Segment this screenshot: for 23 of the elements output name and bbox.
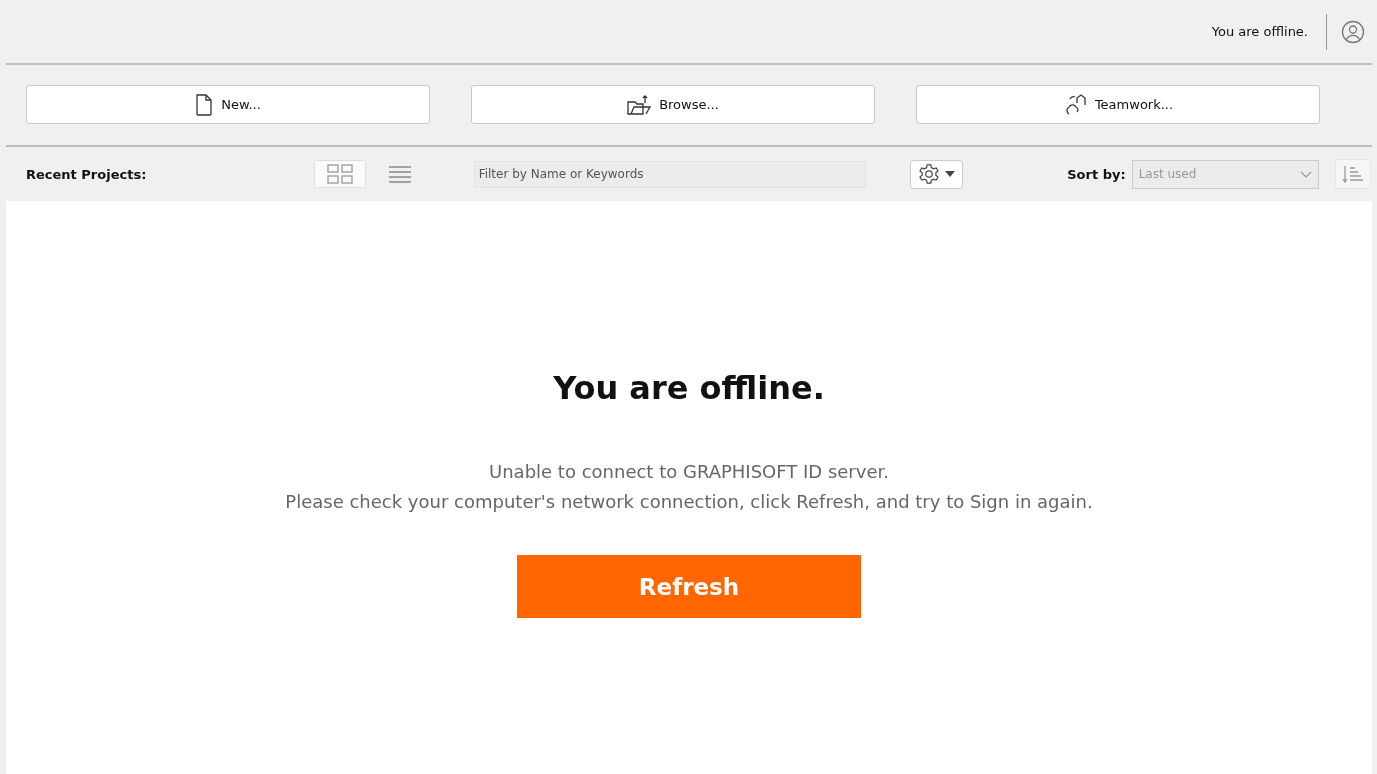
grid-view-button[interactable] — [313, 160, 366, 188]
settings-menu-button[interactable] — [909, 159, 964, 189]
settings-icon — [918, 163, 940, 185]
filter-field[interactable]: Filter by Name or Keywords — [473, 160, 866, 188]
caret-icon — [945, 171, 955, 177]
document-icon — [195, 93, 214, 116]
chevron-down-icon — [1300, 170, 1312, 178]
sort-order-icon — [1342, 165, 1364, 183]
action-button[interactable]: Browse... — [471, 85, 875, 124]
grid-icon — [326, 164, 353, 184]
list-icon — [387, 165, 412, 183]
sort-order-button[interactable] — [1335, 159, 1371, 189]
sort-by-label: Sort by: — [1067, 166, 1126, 182]
status-text: You are offline. — [1211, 24, 1308, 39]
offline-title: You are offline. — [553, 369, 825, 407]
message-text: Unable to connect to GRAPHISOFT ID server. — [489, 460, 889, 484]
folder-icon — [627, 93, 652, 116]
recent-projects-label: Recent Projects: — [26, 166, 148, 182]
message-text: Please check your computer's network connection, click Refresh, and try to Sign in again. — [285, 490, 1093, 514]
user-icon — [1341, 19, 1365, 44]
action-button[interactable]: New... — [26, 85, 430, 124]
account-button[interactable] — [1341, 19, 1365, 44]
action-button[interactable]: Teamwork... — [916, 85, 1320, 124]
